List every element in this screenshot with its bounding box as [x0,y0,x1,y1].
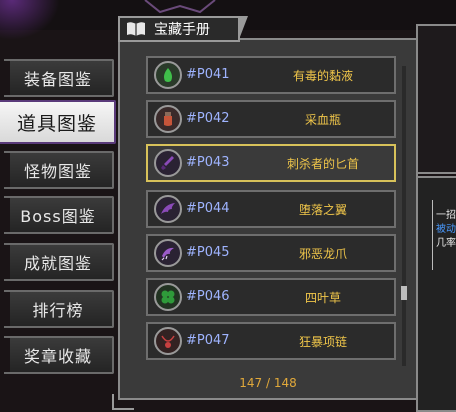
item-code: #P047 [186,333,230,348]
detail-image-frame [416,24,456,174]
nav-label: 道具图鉴 [16,112,97,135]
item-code: #P042 [186,111,230,126]
nav-label: Boss图鉴 [20,207,96,226]
nav-label: 装备图鉴 [23,70,92,89]
assassin-dagger-icon [154,149,182,177]
poison-slime-icon [154,61,182,89]
detail-text-line1: 一招 [436,210,456,221]
item-name: 刺杀者的匕首 [286,157,359,171]
item-code: #P045 [186,245,230,260]
item-name: 狂暴项链 [298,335,347,349]
fallen-wing-icon [154,195,182,223]
nav-label: 怪物图鉴 [23,162,92,181]
scrollbar-thumb[interactable] [401,286,407,300]
nav-item-leaderboard[interactable]: 排行榜 [4,290,114,328]
list-item[interactable]: #P045 邪恶龙爪 [146,234,396,272]
item-name: 邪恶龙爪 [298,247,347,261]
item-code: #P041 [186,67,230,82]
list-item[interactable]: #P044 堕落之翼 [146,190,396,228]
collection-count: 147 / 148 [239,376,297,390]
nav-item-item-codex[interactable]: 道具图鉴 [0,100,116,144]
nav-label: 奖章收藏 [23,347,92,366]
detail-text-line2: 被动 [436,224,456,235]
clover-icon [154,283,182,311]
nav-item-equipment-codex[interactable]: 装备图鉴 [4,59,114,97]
nav-label: 成就图鉴 [23,254,92,273]
item-name: 采血瓶 [304,113,341,127]
ornament-decoration [144,0,216,14]
item-name: 堕落之翼 [298,203,347,217]
book-icon [127,22,145,36]
list-item[interactable]: #P046 四叶草 [146,278,396,316]
list-item-selected[interactable]: #P043 刺杀者的匕首 [146,144,396,182]
purple-glow-decoration [0,0,60,40]
detail-text-line3: 几率 [436,238,456,249]
item-code: #P046 [186,289,230,304]
panel-corner-decoration [112,394,134,410]
panel-title: 宝藏手册 [154,22,210,38]
list-item[interactable]: #P041 有毒的黏液 [146,56,396,94]
detail-divider [432,200,433,270]
item-code: #P044 [186,201,230,216]
nav-item-boss-codex[interactable]: Boss图鉴 [4,196,114,234]
item-name: 四叶草 [304,291,341,305]
item-name: 有毒的黏液 [292,69,353,83]
scrollbar-track[interactable] [402,66,406,366]
item-code: #P043 [186,155,230,170]
necklace-icon [154,327,182,355]
panel-title-tab: 宝藏手册 [118,16,248,42]
dragon-claw-icon [154,239,182,267]
list-item[interactable]: #P042 采血瓶 [146,100,396,138]
nav-label: 排行榜 [32,301,84,320]
nav-item-achievement-codex[interactable]: 成就图鉴 [4,243,114,281]
list-item[interactable]: #P047 狂暴项链 [146,322,396,360]
nav-item-medal-collection[interactable]: 奖章收藏 [4,336,114,374]
blood-vial-icon [154,105,182,133]
nav-item-monster-codex[interactable]: 怪物图鉴 [4,151,114,189]
